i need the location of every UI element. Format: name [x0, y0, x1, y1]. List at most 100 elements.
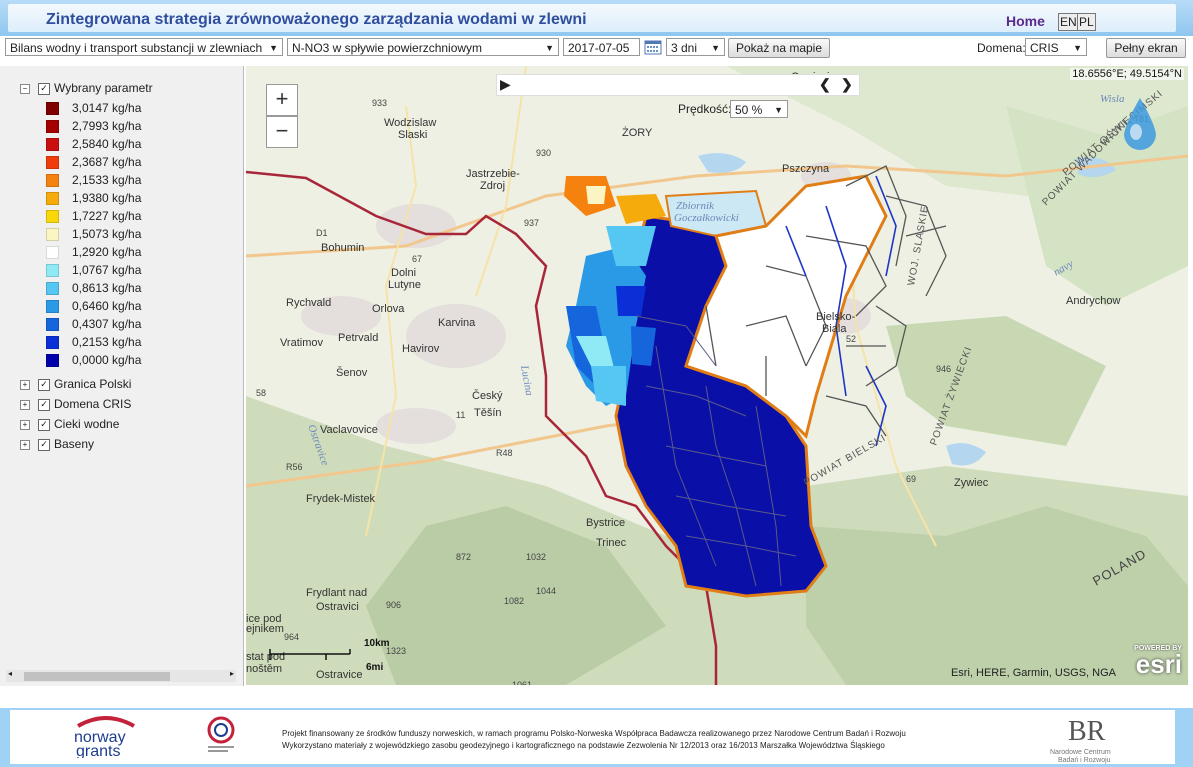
place-label: Rychvald: [286, 297, 331, 309]
map-view[interactable]: Oswiecim Wodzislaw Slaski ŻORY Pszczyna …: [246, 66, 1188, 685]
legend-item: 0,8613 kg/ha: [46, 279, 141, 297]
model-select-value: Bilans wodny i transport substancji w zl…: [10, 41, 263, 55]
map-canvas: Oswiecim Wodzislaw Slaski ŻORY Pszczyna …: [246, 66, 1188, 685]
legend-item: 1,5073 kg/ha: [46, 225, 141, 243]
place-label: Slaski: [398, 129, 427, 141]
chevron-down-icon: ▼: [774, 105, 783, 115]
calendar-icon[interactable]: [644, 40, 662, 55]
place-label: Vaclavovice: [320, 424, 378, 436]
ncbr-logo-icon: BR Narodowe Centrum Badań i Rozwoju: [1050, 716, 1111, 764]
home-link[interactable]: Home: [1006, 13, 1045, 29]
layer-checkbox[interactable]: ✓: [38, 378, 50, 391]
legend-swatch: [46, 120, 59, 134]
zoom-out-button[interactable]: −: [266, 116, 298, 148]
legend-swatch: [46, 102, 59, 116]
footer-license-text: Wykorzystano materiały z wojewódzkiego z…: [282, 741, 885, 750]
zoom-in-button[interactable]: +: [266, 84, 298, 116]
lang-pl-button[interactable]: PL: [1077, 13, 1096, 31]
layer-item[interactable]: + ✓ Cieki wodne: [20, 415, 119, 433]
scroll-left-icon[interactable]: ◂: [8, 669, 12, 678]
model-select[interactable]: Bilans wodny i transport substancji w zl…: [5, 38, 283, 56]
legend-label: 0,6460 kg/ha: [72, 299, 142, 313]
legend-item: 0,4307 kg/ha: [46, 315, 141, 333]
place-label: Bohumin: [321, 242, 364, 254]
road-label: 946: [936, 364, 951, 374]
place-label: Petrvald: [338, 332, 378, 344]
road-label: 67: [412, 254, 422, 264]
legend-swatch: [46, 138, 59, 152]
chevron-down-icon: ▼: [711, 43, 720, 53]
legend-label: 0,8613 kg/ha: [72, 281, 142, 295]
place-label: noštěm: [246, 663, 282, 675]
norway-grants-logo-icon: norway grants: [74, 716, 135, 758]
layer-item[interactable]: + ✓ Domena CRIS: [20, 395, 131, 413]
chevron-down-icon: ▼: [545, 43, 554, 53]
play-icon[interactable]: ▶: [500, 76, 511, 93]
checkbox-selected-parameter[interactable]: ✓: [38, 82, 50, 95]
legend-swatch: [46, 264, 59, 278]
road-label: 930: [536, 148, 551, 158]
place-label: ejnikem: [246, 623, 284, 635]
road-label: R48: [496, 448, 513, 458]
place-label: Bielsko-: [816, 311, 855, 323]
header-panel: Zintegrowana strategia zrównoważonego za…: [8, 4, 1176, 32]
expand-icon[interactable]: +: [20, 379, 30, 390]
expand-icon[interactable]: +: [20, 419, 30, 430]
layer-panel: − ✓ Wybrany parametr 3,0147 kg/ha 2,7993 kg…: [0, 66, 244, 686]
elevation-label: 1061: [512, 680, 532, 685]
tree-node-selected-parameter[interactable]: − ✓ Wybrany parametr: [20, 79, 153, 97]
legend-label: 0,4307 kg/ha: [72, 317, 142, 331]
period-select[interactable]: 3 dni ▼: [666, 38, 725, 56]
legend-label: 1,9380 kg/ha: [72, 191, 142, 205]
reservoir-label: Zbiornik: [676, 200, 715, 212]
norway-logo-text: grants: [76, 743, 120, 758]
legend-swatch: [46, 156, 59, 170]
place-label: Jastrzebie-: [466, 168, 520, 180]
domain-label: Domena:: [977, 41, 1026, 55]
legend-swatch: [46, 354, 59, 368]
date-input[interactable]: 2017-07-05: [563, 38, 640, 56]
parameter-select[interactable]: N-NO3 w spływie powierzchniowym ▼: [287, 38, 559, 56]
fullscreen-button[interactable]: Pełny ekran: [1106, 38, 1186, 58]
speed-select[interactable]: 50 % ▼: [730, 100, 788, 118]
legend-item: 2,7993 kg/ha: [46, 117, 141, 135]
expand-icon[interactable]: +: [20, 439, 30, 450]
legend-swatch: [46, 228, 59, 242]
elevation-label: 872: [456, 552, 471, 562]
legend-swatch: [46, 192, 59, 206]
road-label: 11: [456, 410, 465, 420]
domain-select[interactable]: CRIS ▼: [1025, 38, 1087, 56]
step-forward-icon[interactable]: ❯: [841, 76, 853, 93]
place-label: stat pod: [246, 651, 285, 663]
collapse-icon[interactable]: −: [20, 83, 30, 94]
show-on-map-button[interactable]: Pokaż na mapie: [728, 38, 830, 58]
place-label: Bystrice: [586, 517, 625, 529]
place-label: Těšín: [474, 407, 502, 419]
timeline-bar[interactable]: ▶ ❮ ❯: [496, 74, 860, 96]
sidebar-scrollbar[interactable]: ◂ ▸: [6, 669, 236, 682]
road-label: D1: [316, 228, 328, 238]
road-label: R56: [286, 462, 303, 472]
place-label: Český: [472, 389, 503, 402]
step-back-icon[interactable]: ❮: [819, 76, 831, 93]
layer-item[interactable]: + ✓ Granica Polski: [20, 375, 131, 393]
legend-item: 1,0767 kg/ha: [46, 261, 141, 279]
legend-swatch: [46, 246, 59, 260]
expand-icon[interactable]: +: [20, 399, 30, 410]
place-label: Frydek-Mistek: [306, 493, 376, 505]
layer-item[interactable]: + ✓ Baseny: [20, 435, 94, 453]
legend-swatch: [46, 210, 59, 224]
place-label: Lutyne: [388, 279, 421, 291]
coordinates-readout: 18.6556°E; 49.5154°N: [1070, 68, 1184, 80]
road-label: 58: [256, 388, 266, 398]
layer-label: Granica Polski: [54, 377, 132, 391]
place-label: Trinec: [596, 537, 627, 549]
scroll-right-icon[interactable]: ▸: [230, 669, 234, 678]
layer-checkbox[interactable]: ✓: [38, 418, 50, 431]
scrollbar-thumb[interactable]: [24, 672, 170, 681]
layer-checkbox[interactable]: ✓: [38, 398, 50, 411]
chevron-down-icon: ▼: [269, 43, 278, 53]
layer-checkbox[interactable]: ✓: [38, 438, 50, 451]
date-value: 2017-07-05: [568, 41, 630, 55]
lang-en-button[interactable]: EN: [1058, 13, 1079, 31]
